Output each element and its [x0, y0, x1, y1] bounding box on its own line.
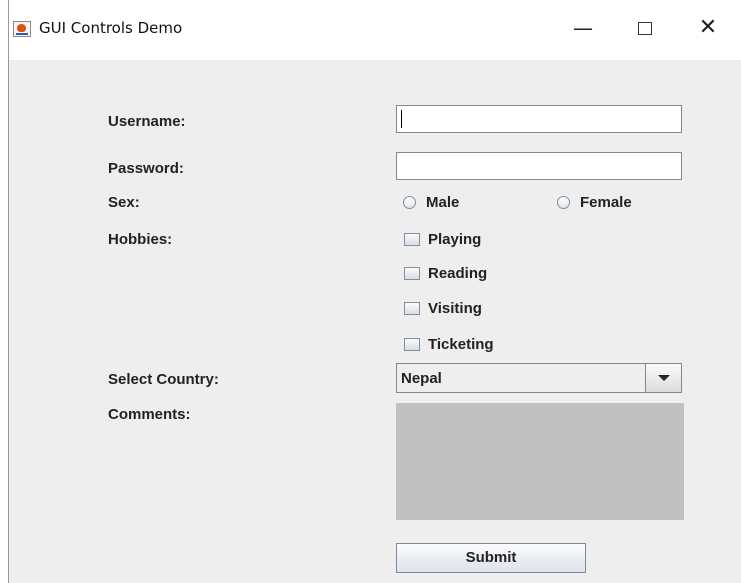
comments-label: Comments:: [108, 406, 191, 423]
checkbox-visiting-label: Visiting: [428, 300, 482, 317]
title-bar[interactable]: GUI Controls Demo — ✕: [9, 0, 741, 60]
radio-button-icon: [557, 196, 570, 209]
radio-button-icon: [403, 196, 416, 209]
window-title: GUI Controls Demo: [39, 19, 183, 37]
password-field[interactable]: [396, 152, 682, 180]
chevron-down-icon[interactable]: [645, 364, 681, 392]
text-caret: [401, 110, 402, 128]
checkbox-icon: [404, 302, 420, 315]
radio-female[interactable]: Female: [557, 194, 632, 211]
checkbox-ticketing[interactable]: Ticketing: [404, 336, 494, 353]
country-selected-value: Nepal: [401, 370, 442, 387]
maximize-icon: [638, 22, 652, 35]
checkbox-icon: [404, 267, 420, 280]
comments-textarea[interactable]: [396, 403, 684, 520]
checkbox-icon: [404, 233, 420, 246]
radio-male-label: Male: [426, 194, 460, 211]
checkbox-icon: [404, 338, 420, 351]
hobbies-label: Hobbies:: [108, 231, 173, 248]
sex-label: Sex:: [108, 194, 140, 211]
form-panel: Username: Password: Sex: Male Female Hob…: [9, 60, 741, 583]
minimize-button[interactable]: —: [560, 10, 606, 46]
maximize-button[interactable]: [622, 10, 668, 46]
password-label: Password:: [108, 160, 184, 177]
close-button[interactable]: ✕: [685, 10, 731, 46]
checkbox-ticketing-label: Ticketing: [428, 336, 494, 353]
checkbox-visiting[interactable]: Visiting: [404, 300, 482, 317]
country-select[interactable]: Nepal: [396, 363, 682, 393]
checkbox-playing-label: Playing: [428, 231, 482, 248]
checkbox-reading-label: Reading: [428, 265, 488, 282]
submit-button[interactable]: Submit: [396, 543, 586, 573]
app-window: GUI Controls Demo — ✕ Username: Password…: [8, 0, 741, 583]
checkbox-reading[interactable]: Reading: [404, 265, 487, 282]
username-field[interactable]: [396, 105, 682, 133]
username-label: Username:: [108, 113, 186, 130]
radio-male[interactable]: Male: [403, 194, 459, 211]
radio-female-label: Female: [580, 194, 632, 211]
java-app-icon: [13, 21, 31, 37]
country-label: Select Country:: [108, 371, 219, 388]
checkbox-playing[interactable]: Playing: [404, 231, 481, 248]
